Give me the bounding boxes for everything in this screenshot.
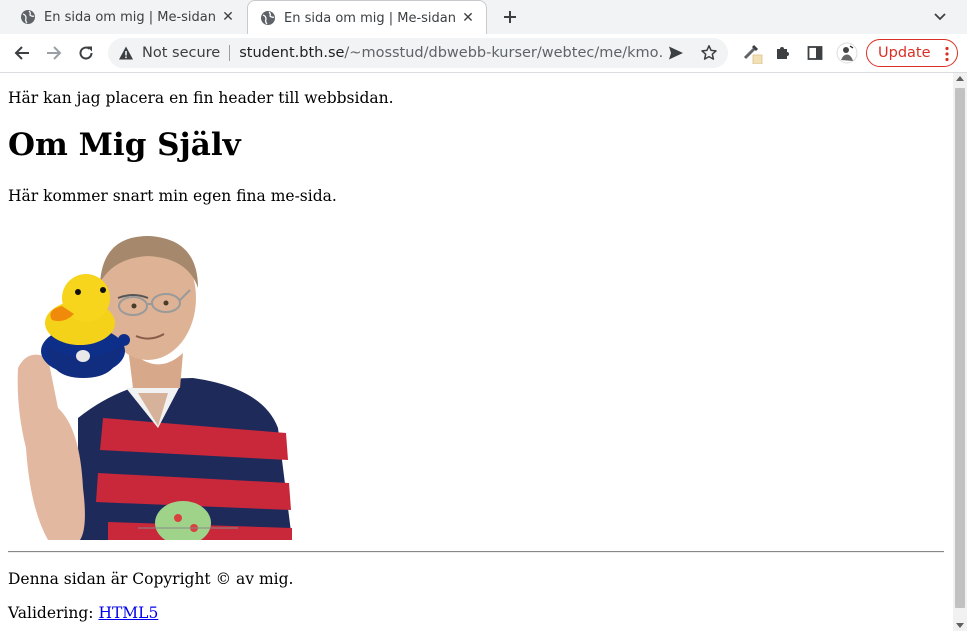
url-host: student.bth.se <box>239 45 345 61</box>
tab-search-button[interactable] <box>930 7 950 27</box>
validation-line: Validering: HTML5 <box>8 604 158 622</box>
page-viewport: Här kan jag placera en fin header till w… <box>0 73 953 631</box>
globe-icon <box>261 11 275 25</box>
chevron-down-icon <box>934 13 946 21</box>
send-icon[interactable] <box>668 45 684 61</box>
side-panel-button[interactable] <box>803 41 827 65</box>
scrollbar-thumb[interactable] <box>955 88 965 608</box>
globe-icon <box>21 10 35 24</box>
forward-arrow-icon <box>47 46 62 60</box>
warning-icon[interactable] <box>118 45 134 61</box>
back-arrow-icon <box>14 46 29 60</box>
puzzle-icon <box>777 47 789 59</box>
footer-divider <box>8 551 944 553</box>
eyedropper-extension-button[interactable] <box>740 41 764 65</box>
intro-text: Här kommer snart min egen fina me-sida. <box>8 187 337 205</box>
scroll-up-arrow-icon[interactable] <box>956 76 964 81</box>
tab-1[interactable]: En sida om mig | Me-sidan ✕ <box>8 0 246 34</box>
copyright-text: Denna sidan är Copyright © av mig. <box>8 570 294 588</box>
html5-validation-link[interactable]: HTML5 <box>98 604 158 622</box>
vertical-scrollbar[interactable] <box>953 73 967 631</box>
validation-label: Validering: <box>8 604 99 622</box>
scroll-down-arrow-icon[interactable] <box>956 623 964 628</box>
plus-icon <box>504 11 516 23</box>
extensions-button[interactable] <box>771 41 795 65</box>
address-bar[interactable]: Not secure student.bth.se/~mosstud/dbweb… <box>108 38 728 68</box>
forward-button[interactable] <box>42 41 66 65</box>
divider <box>229 45 231 61</box>
tab-strip: En sida om mig | Me-sidan ✕ En sida om m… <box>0 0 967 35</box>
tab-title: En sida om mig | Me-sidan <box>44 9 216 25</box>
page-title: Om Mig Själv <box>8 127 241 163</box>
tab-2[interactable]: En sida om mig | Me-sidan ✕ <box>247 0 487 35</box>
profile-button[interactable] <box>835 41 859 65</box>
reload-icon <box>79 46 93 60</box>
reload-button[interactable] <box>74 41 98 65</box>
star-icon[interactable] <box>700 44 718 62</box>
toolbar: Not secure student.bth.se/~mosstud/dbweb… <box>0 34 967 73</box>
avatar <box>836 42 858 64</box>
profile-photo <box>17 236 292 540</box>
update-button[interactable]: Update <box>866 39 958 67</box>
back-button[interactable] <box>10 41 34 65</box>
eyedropper-icon <box>743 44 763 64</box>
update-label: Update <box>878 45 931 61</box>
new-tab-button[interactable] <box>498 5 522 29</box>
header-text: Här kan jag placera en fin header till w… <box>8 89 394 107</box>
close-icon[interactable]: ✕ <box>460 10 476 26</box>
url-path: /~mosstud/dbwebb-kurser/webtec/me/kmo… <box>344 45 664 61</box>
close-icon[interactable]: ✕ <box>220 9 236 25</box>
url-text[interactable]: student.bth.se/~mosstud/dbwebb-kurser/we… <box>239 45 663 61</box>
side-panel-icon <box>807 46 823 60</box>
tab-title: En sida om mig | Me-sidan <box>284 10 456 26</box>
more-vert-icon <box>945 46 949 62</box>
security-status[interactable]: Not secure <box>142 45 220 61</box>
